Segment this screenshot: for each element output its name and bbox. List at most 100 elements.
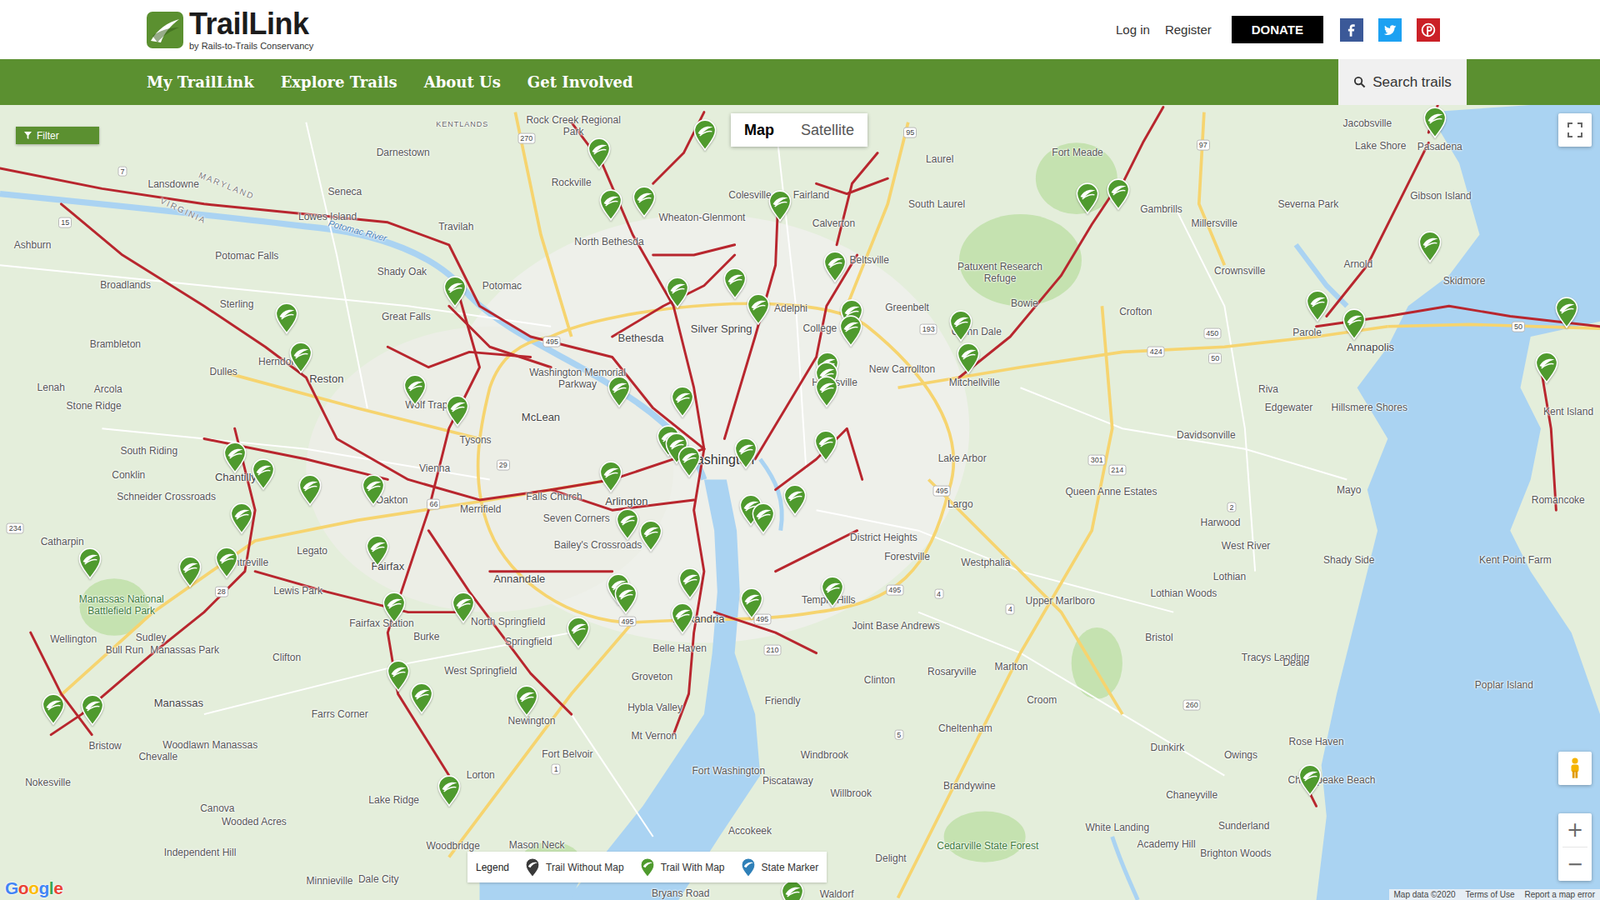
trail-pin[interactable] <box>364 533 391 567</box>
trail-pin[interactable] <box>585 135 613 170</box>
trail-pin[interactable] <box>821 249 849 283</box>
header-link[interactable]: Log in <box>1115 22 1150 37</box>
trail-pin[interactable] <box>597 459 625 493</box>
trail-pin[interactable] <box>79 692 106 726</box>
donate-button[interactable]: DONATE <box>1231 15 1324 44</box>
trail-pin[interactable] <box>1074 180 1101 215</box>
trail-pin[interactable] <box>408 680 435 715</box>
zoom-in-button[interactable]: + <box>1558 813 1592 847</box>
trail-pin[interactable] <box>450 590 477 624</box>
trail-pin[interactable] <box>1105 176 1132 210</box>
trail-pin[interactable] <box>597 187 625 221</box>
map-label: Lake Arbor <box>938 453 987 465</box>
trail-pin[interactable] <box>444 393 471 427</box>
trail-pin[interactable] <box>676 565 704 600</box>
trail-pin[interactable] <box>614 506 641 540</box>
map-label: 50 <box>1511 320 1525 332</box>
map-label: Forestville <box>884 551 930 564</box>
attribution-link[interactable]: Map data ©2020 <box>1394 890 1456 900</box>
nav-item[interactable]: Explore Trails <box>280 73 398 91</box>
trail-pin[interactable] <box>819 574 846 608</box>
trail-pin[interactable] <box>732 435 760 470</box>
attribution-link[interactable]: Report a map error <box>1525 890 1595 900</box>
trail-pin[interactable] <box>287 340 315 374</box>
trail-pin[interactable] <box>40 691 67 725</box>
trail-pin[interactable] <box>380 590 408 624</box>
trail-pin[interactable] <box>1340 306 1368 340</box>
fullscreen-button[interactable] <box>1558 113 1592 147</box>
trail-pin[interactable] <box>273 300 300 335</box>
map-label: Lorton <box>466 770 495 782</box>
trail-pin-icon <box>781 482 809 516</box>
search-trails-button[interactable]: Search trails <box>1338 59 1467 105</box>
trail-pin[interactable] <box>360 472 387 506</box>
trail-pin[interactable] <box>637 518 665 552</box>
nav-item[interactable]: About Us <box>424 73 501 91</box>
trail-pin[interactable] <box>745 291 772 325</box>
attribution-link[interactable]: Terms of Use <box>1465 890 1515 900</box>
fullscreen-icon <box>1567 122 1583 138</box>
logo[interactable]: TrailLinkby Rails-to-Trails Conservancy <box>145 9 314 51</box>
trail-pin[interactable] <box>441 274 469 308</box>
trail-pin[interactable] <box>664 275 691 309</box>
map-type-button[interactable]: Map <box>730 113 788 147</box>
map-label: Bailey's Crossroads <box>554 540 643 552</box>
pinterest-button[interactable] <box>1416 18 1440 42</box>
trail-pin[interactable] <box>213 545 240 579</box>
trail-pin[interactable] <box>76 545 104 580</box>
map-label: Gibson Island <box>1410 190 1471 203</box>
trail-pin[interactable] <box>513 683 540 717</box>
trail-pin[interactable] <box>1304 288 1331 322</box>
trail-pin[interactable] <box>385 658 412 692</box>
trail-pin[interactable] <box>721 265 749 300</box>
twitter-button[interactable] <box>1378 18 1402 42</box>
map-label: Largo <box>947 499 974 511</box>
trail-pin[interactable] <box>1533 350 1560 384</box>
trail-pin[interactable] <box>1421 105 1449 139</box>
trail-pin[interactable] <box>228 500 255 535</box>
trail-pin[interactable] <box>1296 762 1324 796</box>
filter-button[interactable]: Filter <box>15 126 100 145</box>
map-label: Springfield <box>505 636 553 649</box>
trail-pin[interactable] <box>669 600 696 635</box>
trail-pin-icon <box>675 444 703 478</box>
trail-pin[interactable] <box>837 313 865 347</box>
street-view-button[interactable] <box>1558 751 1592 785</box>
trail-pin[interactable] <box>565 615 592 649</box>
trail-pin[interactable] <box>691 117 719 151</box>
trail-pin[interactable] <box>738 585 765 620</box>
trail-pin[interactable] <box>955 340 982 375</box>
trail-pin[interactable] <box>176 554 204 588</box>
trail-pin[interactable] <box>947 308 975 342</box>
map-label: Manassas Park <box>150 645 220 657</box>
trail-pin[interactable] <box>250 456 277 490</box>
zoom-out-button[interactable]: − <box>1558 847 1592 881</box>
trail-pin[interactable] <box>612 580 640 615</box>
trail-pin[interactable] <box>766 188 794 222</box>
map-label: Willbrook <box>830 788 872 800</box>
trail-pin[interactable] <box>813 374 840 408</box>
map-label: 210 <box>763 645 781 656</box>
trail-pin[interactable] <box>296 472 324 506</box>
trail-pin[interactable] <box>605 374 633 408</box>
header-link[interactable]: Register <box>1165 22 1212 37</box>
map-label: 66 <box>426 498 440 510</box>
trail-pin[interactable] <box>221 440 249 474</box>
trail-pin[interactable] <box>750 500 777 535</box>
trail-pin[interactable] <box>401 372 429 406</box>
facebook-button[interactable] <box>1340 18 1364 42</box>
nav-item[interactable]: Get Involved <box>527 73 634 91</box>
map-type-button[interactable]: Satellite <box>787 113 868 147</box>
map-label: Groveton <box>631 671 673 684</box>
trail-pin[interactable] <box>675 444 703 478</box>
trail-pin[interactable] <box>1553 295 1580 329</box>
trail-pin[interactable] <box>435 773 463 807</box>
trail-pin[interactable] <box>669 384 696 418</box>
map-label: Catharpin <box>40 536 85 549</box>
trail-map[interactable]: KENTLANDSRock Creek Regional ParkDarnest… <box>0 105 1600 900</box>
trail-pin[interactable] <box>812 428 840 462</box>
trail-pin[interactable] <box>781 482 809 516</box>
trail-pin[interactable] <box>1416 229 1444 263</box>
nav-item[interactable]: My TrailLink <box>146 73 255 91</box>
trail-pin[interactable] <box>630 184 658 218</box>
